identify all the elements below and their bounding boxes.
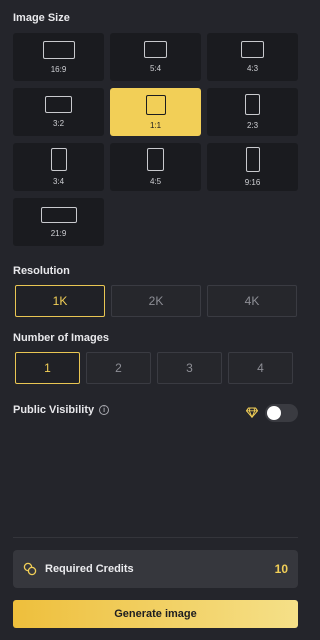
number-of-images-selector: 1 2 3 4 — [15, 352, 299, 384]
count-option-2[interactable]: 2 — [86, 352, 151, 384]
ratio-option-16-9[interactable]: 16:9 — [13, 33, 104, 81]
ratio-21-9-icon — [40, 206, 77, 223]
public-visibility-label: Public Visibility — [13, 404, 95, 416]
number-of-images-title: Number of Images — [13, 332, 109, 344]
divider — [13, 537, 298, 538]
ratio-label: 4:3 — [246, 64, 259, 73]
public-visibility-toggle[interactable] — [265, 404, 298, 422]
required-credits-panel: Required Credits 10 — [13, 550, 298, 588]
ratio-label: 2:3 — [246, 121, 259, 130]
ratio-label: 21:9 — [50, 228, 67, 238]
ratio-option-4-3[interactable]: 4:3 — [207, 33, 298, 81]
ratio-1-1-icon — [145, 94, 166, 115]
ratio-option-5-4[interactable]: 5:4 — [110, 33, 201, 81]
ratio-option-9-16[interactable]: 9:16 — [207, 143, 298, 191]
ratio-label: 5:4 — [149, 64, 162, 73]
ratio-label: 3:2 — [52, 119, 65, 128]
ratio-9-16-icon — [245, 147, 260, 172]
ratio-2-3-icon — [245, 94, 260, 115]
ratio-option-4-5[interactable]: 4:5 — [110, 143, 201, 191]
ratio-option-21-9[interactable]: 21:9 — [13, 198, 104, 246]
ratio-option-1-1[interactable]: 1:1 — [110, 88, 201, 136]
count-option-1[interactable]: 1 — [15, 352, 80, 384]
public-visibility-row: Public Visibility i — [13, 404, 110, 416]
ratio-label: 9:16 — [244, 178, 261, 187]
required-credits-label: Required Credits — [45, 563, 134, 575]
ratio-label: 16:9 — [50, 64, 67, 74]
generate-image-button[interactable]: Generate image — [13, 600, 298, 628]
toggle-knob — [267, 406, 281, 420]
ratio-option-3-2[interactable]: 3:2 — [13, 88, 104, 136]
ratio-4-3-icon — [241, 41, 264, 58]
ratio-label: 1:1 — [149, 120, 162, 130]
ratio-4-5-icon — [147, 148, 164, 171]
coins-icon — [23, 562, 37, 576]
ratio-option-3-4[interactable]: 3:4 — [13, 143, 104, 191]
count-option-4[interactable]: 4 — [228, 352, 293, 384]
ratio-16-9-icon — [42, 40, 75, 59]
ratio-3-4-icon — [50, 148, 67, 171]
resolution-title: Resolution — [13, 265, 70, 277]
info-icon[interactable]: i — [99, 405, 110, 415]
resolution-option-2k[interactable]: 2K — [111, 285, 201, 317]
ratio-option-2-3[interactable]: 2:3 — [207, 88, 298, 136]
resolution-selector: 1K 2K 4K — [15, 285, 303, 317]
resolution-option-4k[interactable]: 4K — [207, 285, 297, 317]
ratio-label: 4:5 — [149, 177, 162, 186]
aspect-ratio-grid: 16:9 5:4 4:3 3:2 1:1 2:3 3:4 4:5 9:16 21… — [13, 33, 299, 246]
ratio-3-2-icon — [45, 96, 72, 113]
ratio-label: 3:4 — [52, 177, 65, 186]
count-option-3[interactable]: 3 — [157, 352, 222, 384]
resolution-option-1k[interactable]: 1K — [15, 285, 105, 317]
image-size-title: Image Size — [13, 12, 70, 24]
ratio-5-4-icon — [144, 41, 167, 58]
diamond-icon — [246, 407, 258, 418]
required-credits-value: 10 — [274, 562, 288, 576]
